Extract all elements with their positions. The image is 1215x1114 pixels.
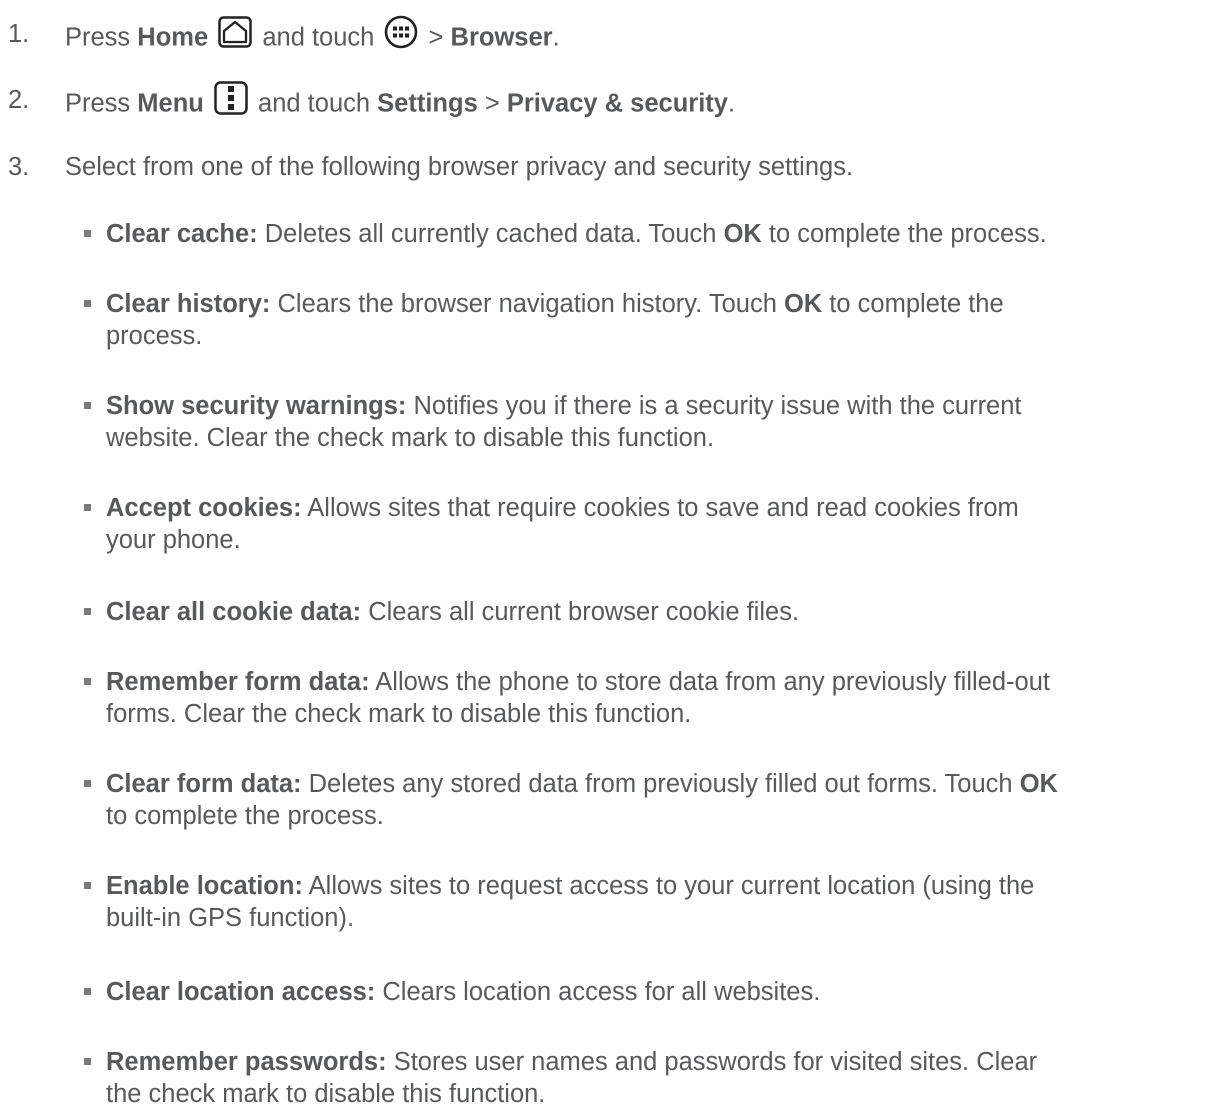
step-text: Select from one of the following browser… <box>65 153 854 181</box>
instructions-page: 1. Press Home and touch > Browser. 2. Pr… <box>0 0 1215 1114</box>
setting-line: your phone. <box>106 524 1206 556</box>
setting-text: forms. Clear the check mark to disable t… <box>106 700 692 728</box>
setting-line: website. Clear the check mark to disable… <box>106 422 1206 454</box>
setting-description: Clear cache: Deletes all currently cache… <box>106 218 1206 250</box>
step-word: > <box>484 89 500 118</box>
setting-text: Allows sites that require cookies to sav… <box>307 494 1019 522</box>
setting-label: Enable location: <box>106 872 303 900</box>
setting-line: Clear all cookie data: Clears all curren… <box>106 596 1206 628</box>
setting-text: Clears location access for all websites. <box>382 978 821 1006</box>
step-word: and touch <box>262 23 375 52</box>
setting-line: forms. Clear the check mark to disable t… <box>106 698 1206 730</box>
setting-text: Deletes all currently cached data. Touch <box>264 220 724 248</box>
setting-line: Show security warnings: Notifies you if … <box>106 390 1206 422</box>
setting-text: Deletes any stored data from previously … <box>308 770 1020 798</box>
setting-line: Clear history: Clears the browser naviga… <box>106 288 1206 320</box>
settings-label: Settings <box>377 89 478 118</box>
step-text: Press Home and touch > Browser. <box>65 15 560 60</box>
setting-line: built-in GPS function). <box>106 902 1206 934</box>
setting-description: Clear history: Clears the browser naviga… <box>106 288 1206 352</box>
step-word: . <box>552 23 560 52</box>
setting-description: Clear location access: Clears location a… <box>106 976 1206 1008</box>
bullet-marker <box>84 230 91 237</box>
browser-label: Browser <box>450 23 553 52</box>
menu-label: Menu <box>137 89 204 118</box>
bullet-marker <box>84 504 91 511</box>
setting-text: built-in GPS function). <box>106 904 355 932</box>
setting-line: Accept cookies: Allows sites that requir… <box>106 492 1206 524</box>
bullet-marker <box>84 402 91 409</box>
menu-icon <box>214 81 248 123</box>
setting-description: Accept cookies: Allows sites that requir… <box>106 492 1206 556</box>
step-word: and touch <box>258 89 371 118</box>
setting-text: your phone. <box>106 526 241 554</box>
setting-line: Enable location: Allows sites to request… <box>106 870 1206 902</box>
setting-line: Remember form data: Allows the phone to … <box>106 666 1206 698</box>
apps-icon <box>384 15 418 57</box>
setting-text: to complete the process. <box>106 802 384 830</box>
bullet-marker <box>84 988 91 995</box>
bullet-marker <box>84 780 91 787</box>
setting-line: process. <box>106 320 1206 352</box>
step-word: . <box>727 89 736 118</box>
setting-text: Allows the phone to store data from any … <box>375 668 1050 696</box>
step-number: 2. <box>8 86 30 114</box>
setting-description: Clear form data: Deletes any stored data… <box>106 768 1206 832</box>
setting-text: website. Clear the check mark to disable… <box>106 424 715 452</box>
setting-text: the check mark to disable this function. <box>106 1080 546 1108</box>
setting-line: Clear form data: Deletes any stored data… <box>106 768 1206 800</box>
setting-description: Remember passwords: Stores user names an… <box>106 1046 1206 1110</box>
setting-text: to complete the process. <box>761 220 1047 248</box>
setting-label: Accept cookies: <box>106 494 302 522</box>
setting-text: to complete the <box>822 290 1004 318</box>
setting-label: Remember form data: <box>106 668 370 696</box>
setting-description: Clear all cookie data: Clears all curren… <box>106 596 1206 628</box>
ok-label: OK <box>723 220 762 248</box>
step-word: Press <box>65 89 131 118</box>
bullet-marker <box>84 300 91 307</box>
setting-description: Show security warnings: Notifies you if … <box>106 390 1206 454</box>
home-label: Home <box>137 23 209 52</box>
home-icon <box>218 16 252 56</box>
ok-label: OK <box>1019 770 1058 798</box>
step-word: Press <box>65 23 131 52</box>
setting-text: Allows sites to request access to your c… <box>308 872 1035 900</box>
setting-label: Show security warnings: <box>106 392 407 420</box>
setting-line: Remember passwords: Stores user names an… <box>106 1046 1206 1078</box>
bullet-marker <box>84 1058 91 1065</box>
setting-description: Remember form data: Allows the phone to … <box>106 666 1206 730</box>
setting-label: Remember passwords: <box>106 1048 387 1076</box>
setting-label: Clear location access: <box>106 978 376 1006</box>
setting-text: Stores user names and passwords for visi… <box>393 1048 1038 1076</box>
setting-line: to complete the process. <box>106 800 1206 832</box>
bullet-marker <box>84 608 91 615</box>
setting-label: Clear history: <box>106 290 271 318</box>
setting-description: Enable location: Allows sites to request… <box>106 870 1206 934</box>
setting-label: Clear cache: <box>106 220 258 248</box>
setting-text: process. <box>106 322 203 350</box>
ok-label: OK <box>783 290 823 318</box>
setting-line: Clear location access: Clears location a… <box>106 976 1206 1008</box>
bullet-marker <box>84 678 91 685</box>
bullet-marker <box>84 882 91 889</box>
setting-line: the check mark to disable this function. <box>106 1078 1206 1110</box>
step-word: > <box>428 23 444 52</box>
setting-line: Clear cache: Deletes all currently cache… <box>106 218 1206 250</box>
setting-text: Clears the browser navigation history. T… <box>277 290 784 318</box>
step-number: 3. <box>8 153 30 181</box>
setting-label: Clear all cookie data: <box>106 598 362 626</box>
privacy-label: Privacy & security <box>506 89 728 118</box>
step-number: 1. <box>8 20 30 48</box>
step-text: Press Menu and touch Settings > Privacy … <box>65 81 736 126</box>
setting-text: Clears all current browser cookie files. <box>368 598 800 626</box>
setting-text: Notifies you if there is a security issu… <box>413 392 1022 420</box>
setting-label: Clear form data: <box>106 770 302 798</box>
